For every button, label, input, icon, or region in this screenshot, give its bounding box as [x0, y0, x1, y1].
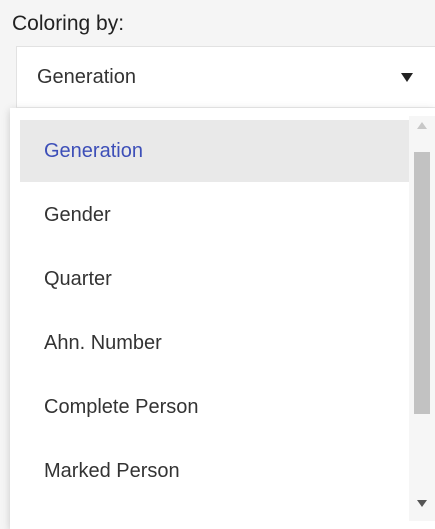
scroll-up-icon[interactable]: [417, 122, 427, 129]
vertical-scrollbar[interactable]: [409, 116, 435, 521]
option-quarter[interactable]: Quarter: [20, 248, 409, 310]
options-list: Generation Gender Quarter Ahn. Number Co…: [10, 108, 409, 529]
triangle-down-icon[interactable]: [401, 73, 413, 82]
option-marked-person[interactable]: Marked Person: [20, 440, 409, 502]
select-value: Generation: [37, 66, 136, 88]
coloring-panel: Coloring by: Generation Generation Gende…: [0, 0, 435, 529]
scroll-thumb[interactable]: [414, 152, 430, 414]
dropdown-list: Generation Gender Quarter Ahn. Number Co…: [10, 108, 435, 529]
coloring-by-label: Coloring by:: [12, 12, 125, 35]
option-complete-person[interactable]: Complete Person: [20, 376, 409, 438]
coloring-select[interactable]: Generation: [16, 46, 435, 108]
option-generation[interactable]: Generation: [20, 120, 409, 182]
option-gender[interactable]: Gender: [20, 184, 409, 246]
scroll-down-icon[interactable]: [417, 500, 427, 507]
option-ahn-number[interactable]: Ahn. Number: [20, 312, 409, 374]
